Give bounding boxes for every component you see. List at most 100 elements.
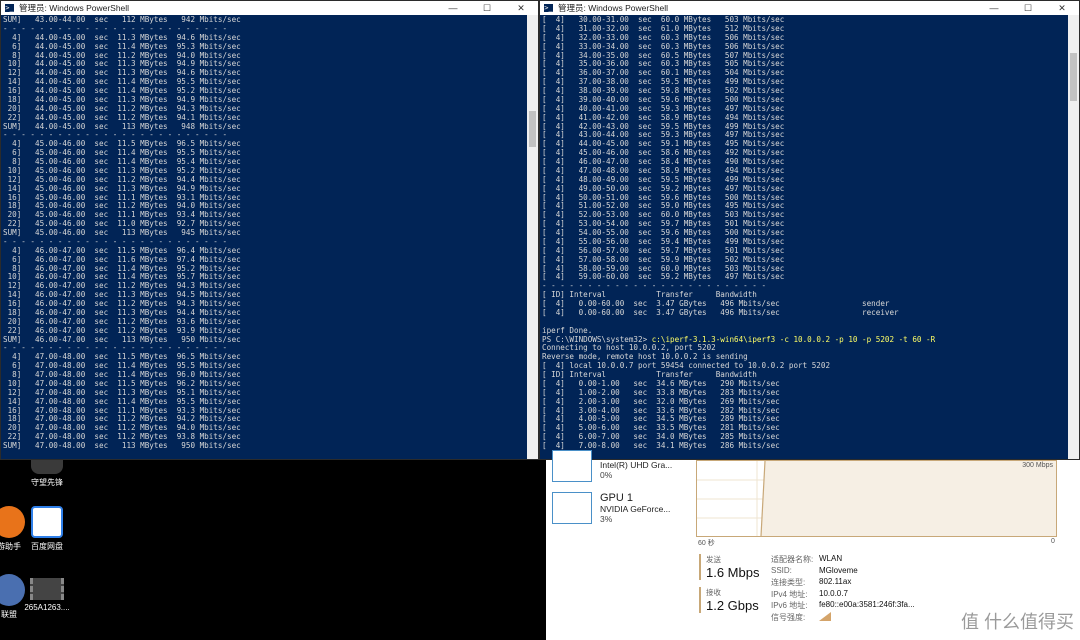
desktop-icon-baidu-netdisk[interactable]: 百度网盘: [12, 506, 82, 552]
powershell-icon: >_: [5, 4, 14, 12]
gpu0-usage: 0%: [600, 470, 613, 480]
powershell-window-left[interactable]: >_ 管理员: Windows PowerShell — ☐ ✕ SUM] 43…: [0, 0, 539, 460]
gpu1-usage: 3%: [600, 514, 613, 524]
close-button[interactable]: ✕: [504, 1, 538, 15]
window-title: 管理员: Windows PowerShell: [558, 3, 669, 13]
recv-value: 1.2 Gbps: [706, 598, 759, 613]
desktop-icon-label: 守望先锋: [31, 478, 63, 487]
console-line: [ 4] 0.00-60.00 sec 3.47 GBytes 496 Mbit…: [542, 307, 899, 317]
console-line: 22] 46.00-47.00 sec 11.2 MBytes 93.9 Mbi…: [3, 325, 241, 335]
desktop-icon-video-file[interactable]: 265A1263....: [12, 578, 82, 612]
console-line: [ 4] 58.00-59.00 sec 60.0 MBytes 503 Mbi…: [542, 263, 785, 273]
scrollbar-thumb[interactable]: [529, 111, 536, 147]
console-line: [ 4] 31.00-32.00 sec 61.0 MBytes 512 Mbi…: [542, 23, 785, 33]
console-line: 18] 45.00-46.00 sec 11.2 MBytes 94.0 Mbi…: [3, 201, 241, 211]
window-title: 管理员: Windows PowerShell: [19, 3, 130, 13]
console-line: 8] 47.00-48.00 sec 11.4 MBytes 96.0 Mbit…: [3, 370, 241, 379]
prop-key: IPv6 地址:: [771, 601, 808, 610]
throughput-graph: 300 Mbps: [696, 460, 1057, 537]
console-line: 16] 46.00-47.00 sec 11.2 MBytes 94.3 Mbi…: [3, 299, 241, 308]
title-bar[interactable]: >_ 管理员: Windows PowerShell — ☐ ✕: [540, 1, 1079, 15]
console-line: [ 4] 55.00-56.00 sec 59.4 MBytes 499 Mbi…: [542, 236, 785, 246]
console-line: 20] 45.00-46.00 sec 11.1 MBytes 93.4 Mbi…: [3, 210, 241, 220]
minimize-button[interactable]: —: [436, 1, 470, 15]
console-line: [ 4] 53.00-54.00 sec 59.7 MBytes 501 Mbi…: [542, 219, 785, 229]
console-line: [ 4] 54.00-55.00 sec 59.6 MBytes 500 Mbi…: [542, 228, 785, 237]
prop-value: fe80::e00a:3581:246f:3fa...: [819, 600, 915, 609]
console-line: 4] 47.00-48.00 sec 11.5 MBytes 96.5 Mbit…: [3, 352, 241, 362]
console-line: 20] 44.00-45.00 sec 11.2 MBytes 94.3 Mbi…: [3, 103, 241, 113]
title-bar[interactable]: >_ 管理员: Windows PowerShell — ☐ ✕: [1, 1, 538, 15]
console-line: [ 4] 44.00-45.00 sec 59.1 MBytes 495 Mbi…: [542, 139, 785, 149]
powershell-window-right[interactable]: >_ 管理员: Windows PowerShell — ☐ ✕ [ 4] 30…: [539, 0, 1080, 460]
minimize-button[interactable]: —: [977, 1, 1011, 15]
gpu0-item[interactable]: Intel(R) UHD Gra... 0%: [552, 450, 692, 488]
scrollbar-thumb[interactable]: [1070, 53, 1077, 101]
scrollbar[interactable]: [527, 15, 538, 459]
adapter-properties: 适配器名称: WLAN SSID: MGloveme 连接类型: 802.11ax I…: [771, 554, 915, 623]
console-line: [ 4] 43.00-44.00 sec 59.3 MBytes 497 Mbi…: [542, 130, 785, 140]
console-line: [ 4] 6.00-7.00 sec 34.0 MBytes 285 Mbits…: [542, 432, 780, 442]
console-line: 10] 46.00-47.00 sec 11.4 MBytes 95.7 Mbi…: [3, 272, 241, 282]
close-button[interactable]: ✕: [1045, 1, 1079, 15]
console-line: - - - - - - - - - - - - - - - - - - - - …: [542, 281, 767, 291]
console-line: - - - - - - - - - - - - - - - - - - - - …: [3, 236, 228, 246]
console-line: SUM] 47.00-48.00 sec 113 MBytes 950 Mbit…: [3, 441, 241, 450]
console-line: [ 4] 0.00-1.00 sec 34.6 MBytes 290 Mbits…: [542, 378, 780, 388]
console-line: 6] 44.00-45.00 sec 11.4 MBytes 95.3 Mbit…: [3, 41, 241, 51]
console-line: [ 4] 42.00-43.00 sec 59.5 MBytes 499 Mbi…: [542, 121, 785, 131]
console-line: [ 4] 37.00-38.00 sec 59.5 MBytes 499 Mbi…: [542, 77, 785, 87]
console-line: 14] 45.00-46.00 sec 11.3 MBytes 94.9 Mbi…: [3, 183, 241, 193]
graph-zero-label: 0: [1051, 538, 1055, 545]
console-line: 6] 47.00-48.00 sec 11.4 MBytes 95.5 Mbit…: [3, 361, 241, 371]
console-line: [ 4] 52.00-53.00 sec 60.0 MBytes 503 Mbi…: [542, 210, 785, 220]
console-output[interactable]: SUM] 43.00-44.00 sec 112 MBytes 942 Mbit…: [1, 15, 527, 459]
console-line: SUM] 46.00-47.00 sec 113 MBytes 950 Mbit…: [3, 334, 241, 344]
console-line: 10] 45.00-46.00 sec 11.3 MBytes 95.2 Mbi…: [3, 165, 241, 175]
console-line: SUM] 44.00-45.00 sec 113 MBytes 948 Mbit…: [3, 121, 241, 131]
gpu1-name: NVIDIA GeForce...: [600, 504, 671, 514]
console-line: Reverse mode, remote host 10.0.0.2 is se…: [542, 352, 748, 362]
gpu0-name: Intel(R) UHD Gra...: [600, 460, 673, 470]
console-line: 12] 46.00-47.00 sec 11.2 MBytes 94.3 Mbi…: [3, 281, 241, 291]
console-output[interactable]: [ 4] 30.00-31.00 sec 60.0 MBytes 503 Mbi…: [540, 15, 1068, 459]
console-line: 4] 45.00-46.00 sec 11.5 MBytes 96.5 Mbit…: [3, 139, 241, 149]
maximize-button[interactable]: ☐: [1011, 1, 1045, 15]
console-line: [ 4] 56.00-57.00 sec 59.7 MBytes 501 Mbi…: [542, 245, 785, 255]
gpu1-item[interactable]: GPU 1 NVIDIA GeForce... 3%: [552, 492, 692, 528]
console-line: [ 4] 40.00-41.00 sec 59.3 MBytes 497 Mbi…: [542, 103, 785, 113]
console-line: [ 4] 0.00-60.00 sec 3.47 GBytes 496 Mbit…: [542, 299, 890, 308]
console-line: [ 4] 1.00-2.00 sec 33.8 MBytes 283 Mbits…: [542, 387, 780, 397]
graph-area: [761, 461, 1056, 536]
prop-row: 信号强度:: [771, 611, 915, 624]
console-line: 18] 47.00-48.00 sec 11.2 MBytes 94.2 Mbi…: [3, 414, 241, 424]
baidu-netdisk-icon: [31, 506, 63, 538]
maximize-button[interactable]: ☐: [470, 1, 504, 15]
signal-strength-icon: [819, 611, 831, 624]
console-line: 16] 47.00-48.00 sec 11.1 MBytes 93.3 Mbi…: [3, 405, 241, 415]
console-line: [ 4] 48.00-49.00 sec 59.5 MBytes 499 Mbi…: [542, 174, 785, 184]
console-line: 14] 46.00-47.00 sec 11.3 MBytes 94.5 Mbi…: [3, 290, 241, 300]
recv-stat: 接收 1.2 Gbps: [699, 587, 759, 613]
prop-value: 10.0.0.7: [819, 588, 848, 598]
console-line: 12] 45.00-46.00 sec 11.2 MBytes 94.4 Mbi…: [3, 174, 241, 184]
console-line: 18] 46.00-47.00 sec 11.3 MBytes 94.4 Mbi…: [3, 307, 241, 317]
watermark-text: 值 什么值得买: [960, 612, 1074, 632]
console-line: [ 4] 50.00-51.00 sec 59.6 MBytes 500 Mbi…: [542, 192, 785, 202]
desktop-icon-overwatch[interactable]: 守望先锋: [12, 460, 82, 488]
console-line: [ 4] 47.00-48.00 sec 58.9 MBytes 494 Mbi…: [542, 165, 785, 175]
console-line: 16] 44.00-45.00 sec 11.4 MBytes 95.2 Mbi…: [3, 86, 241, 95]
prop-row: SSID: MGloveme: [771, 566, 915, 578]
console-line: 8] 45.00-46.00 sec 11.4 MBytes 95.4 Mbit…: [3, 157, 241, 166]
console-line: [ 4] 2.00-3.00 sec 32.0 MBytes 269 Mbits…: [542, 396, 780, 406]
prop-key: 连接类型:: [771, 578, 806, 587]
desktop: 守望先锋 游助手 百度网盘 联盟 265A1263....: [0, 460, 546, 640]
console-line: 8] 46.00-47.00 sec 11.4 MBytes 95.2 Mbit…: [3, 263, 241, 273]
console-line: 12] 47.00-48.00 sec 11.3 MBytes 95.1 Mbi…: [3, 387, 241, 397]
prop-key: IPv4 地址:: [771, 589, 808, 599]
console-line: [ 4] 3.00-4.00 sec 33.6 MBytes 282 Mbits…: [542, 405, 780, 415]
prop-row: 连接类型: 802.11ax: [771, 577, 915, 589]
video-file-icon: [30, 578, 64, 600]
console-line: [ 4] 36.00-37.00 sec 60.1 MBytes 504 Mbi…: [542, 68, 785, 78]
scrollbar[interactable]: [1068, 15, 1079, 459]
